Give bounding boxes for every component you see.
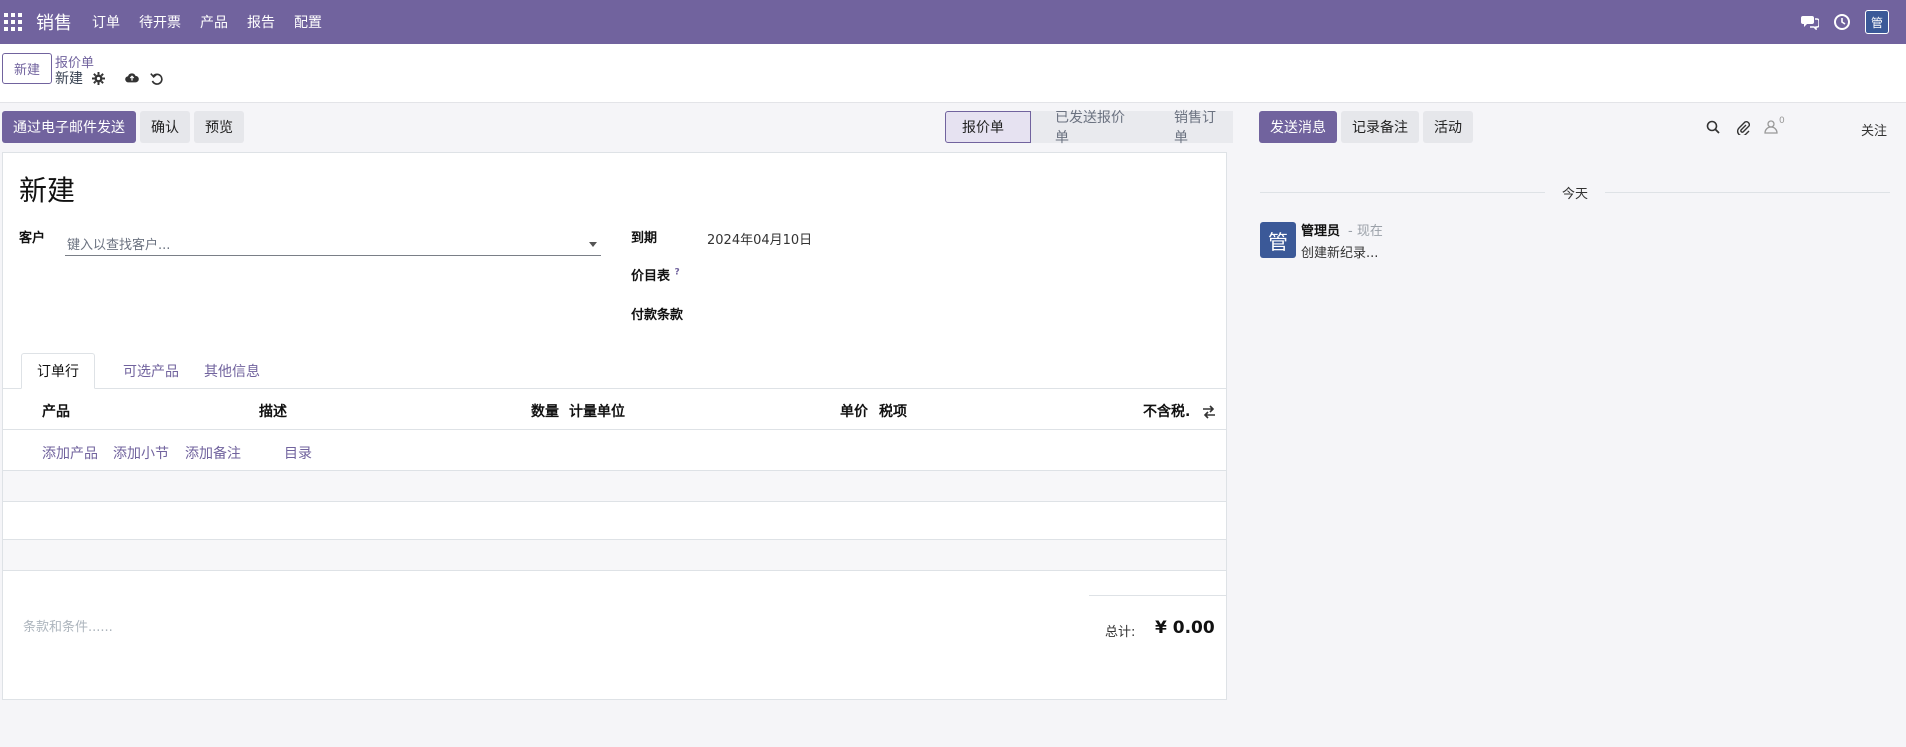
follow-button[interactable]: 关注 bbox=[1861, 120, 1887, 139]
customer-label: 客户 bbox=[19, 231, 46, 246]
status-bar: 报价单 已发送报价单 销售订单 bbox=[945, 110, 1233, 146]
gear-icon[interactable] bbox=[91, 71, 105, 85]
clock-icon[interactable] bbox=[1833, 13, 1851, 31]
breadcrumb-current: 新建 bbox=[55, 71, 83, 87]
page-title: 新建 bbox=[19, 174, 76, 207]
tab-other-info[interactable]: 其他信息 bbox=[197, 353, 267, 389]
menu-reporting[interactable]: 报告 bbox=[247, 12, 275, 32]
activity-button[interactable]: 活动 bbox=[1423, 111, 1473, 143]
menu-products[interactable]: 产品 bbox=[200, 12, 228, 32]
menu-orders[interactable]: 订单 bbox=[92, 12, 120, 32]
control-panel: 新建 报价单 新建 bbox=[0, 44, 1906, 103]
col-quantity[interactable]: 数量 bbox=[531, 401, 559, 421]
add-product-link[interactable]: 添加产品 bbox=[42, 443, 98, 463]
col-taxes[interactable]: 税项 bbox=[879, 401, 907, 421]
paperclip-icon[interactable] bbox=[1735, 119, 1751, 135]
payment-terms-label: 付款条款 bbox=[631, 308, 684, 323]
customer-placeholder: 键入以查找客户... bbox=[67, 238, 171, 253]
col-subtotal[interactable]: 不含税. bbox=[1143, 401, 1190, 421]
form-sheet: 新建 客户 键入以查找客户... 到期 2024年04月10日 价目表 ? 付款… bbox=[2, 152, 1227, 700]
cloud-upload-icon[interactable] bbox=[125, 71, 139, 85]
help-icon[interactable]: ? bbox=[675, 268, 680, 278]
tab-optional-products[interactable]: 可选产品 bbox=[103, 353, 199, 389]
message-author[interactable]: 管理员 bbox=[1301, 220, 1340, 239]
preview-button[interactable]: 预览 bbox=[194, 111, 244, 143]
follower-count: 0 bbox=[1779, 116, 1785, 126]
column-toggle-icon[interactable] bbox=[1202, 405, 1216, 419]
terms-conditions-field[interactable]: 条款和条件...... bbox=[23, 616, 113, 635]
customer-input[interactable]: 键入以查找客户... bbox=[65, 232, 601, 256]
follower-icon[interactable] bbox=[1763, 119, 1779, 135]
search-icon[interactable] bbox=[1705, 119, 1721, 135]
col-description[interactable]: 描述 bbox=[259, 401, 287, 421]
stage-quotation[interactable]: 报价单 bbox=[945, 111, 1031, 143]
app-brand[interactable]: 销售 bbox=[36, 9, 72, 35]
menu-to-invoice[interactable]: 待开票 bbox=[139, 12, 181, 32]
stage-quotation-sent[interactable]: 已发送报价单 bbox=[1031, 110, 1150, 146]
avatar[interactable]: 管 bbox=[1260, 222, 1296, 258]
total-label: 总计: bbox=[1105, 625, 1136, 640]
table-row bbox=[3, 540, 1226, 570]
confirm-button[interactable]: 确认 bbox=[140, 111, 190, 143]
notebook-tabs: 订单行 可选产品 其他信息 bbox=[3, 353, 1226, 389]
user-avatar[interactable]: 管 bbox=[1865, 10, 1889, 34]
tab-order-lines[interactable]: 订单行 bbox=[21, 353, 95, 389]
chat-icon[interactable] bbox=[1801, 13, 1819, 31]
chevron-down-icon[interactable] bbox=[589, 242, 597, 247]
col-product[interactable]: 产品 bbox=[42, 401, 70, 421]
stage-sales-order[interactable]: 销售订单 bbox=[1150, 110, 1233, 146]
new-button[interactable]: 新建 bbox=[2, 53, 52, 84]
top-navbar: 销售 订单 待开票 产品 报告 配置 管 bbox=[0, 0, 1906, 44]
undo-icon[interactable] bbox=[149, 71, 163, 85]
pricelist-label: 价目表 ? bbox=[631, 267, 680, 284]
col-unit-price[interactable]: 单价 bbox=[840, 401, 868, 421]
date-separator: 今天 bbox=[1545, 183, 1605, 202]
add-note-link[interactable]: 添加备注 bbox=[185, 443, 241, 463]
send-message-button[interactable]: 发送消息 bbox=[1259, 111, 1337, 143]
catalog-link[interactable]: 目录 bbox=[284, 443, 312, 463]
due-date-label: 到期 bbox=[631, 231, 658, 246]
total-amount: ¥ 0.00 bbox=[1155, 618, 1215, 638]
menu-configuration[interactable]: 配置 bbox=[294, 12, 322, 32]
table-row bbox=[3, 471, 1226, 501]
add-section-link[interactable]: 添加小节 bbox=[113, 443, 169, 463]
log-note-button[interactable]: 记录备注 bbox=[1341, 111, 1419, 143]
apps-icon[interactable] bbox=[4, 13, 22, 31]
breadcrumb: 新建 bbox=[55, 68, 163, 88]
message-time: - 现在 bbox=[1348, 224, 1383, 239]
due-date-field[interactable]: 2024年04月10日 bbox=[707, 229, 812, 248]
message-body: 创建新纪录... bbox=[1301, 246, 1379, 261]
col-uom[interactable]: 计量单位 bbox=[569, 401, 625, 421]
send-by-email-button[interactable]: 通过电子邮件发送 bbox=[2, 111, 136, 143]
